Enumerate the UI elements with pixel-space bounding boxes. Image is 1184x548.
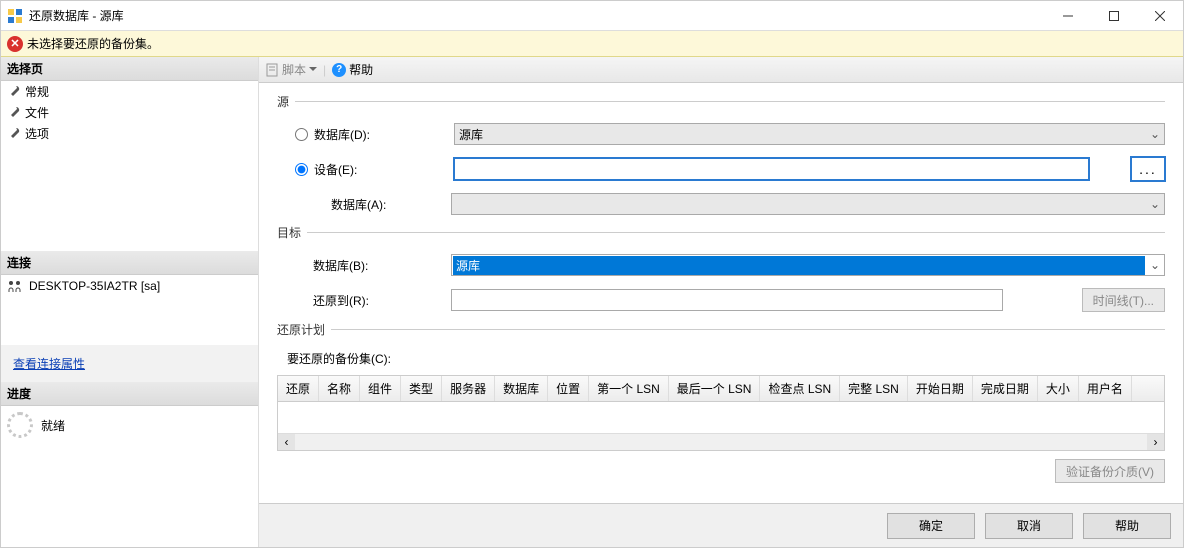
wrench-icon — [7, 106, 21, 120]
page-general[interactable]: 常规 — [1, 81, 258, 102]
app-icon — [7, 8, 23, 24]
chevron-down-icon — [309, 67, 317, 75]
wrench-icon — [7, 85, 21, 99]
grid-column-header[interactable]: 类型 — [401, 376, 442, 401]
plan-group: 还原计划 — [277, 321, 1165, 338]
horizontal-scrollbar[interactable]: ‹ › — [278, 433, 1164, 450]
grid-column-header[interactable]: 位置 — [548, 376, 589, 401]
grid-column-header[interactable]: 完整 LSN — [840, 376, 908, 401]
window-title: 还原数据库 - 源库 — [29, 7, 1045, 24]
grid-column-header[interactable]: 完成日期 — [973, 376, 1038, 401]
chevron-down-icon: ⌄ — [1146, 127, 1164, 141]
page-files[interactable]: 文件 — [1, 102, 258, 123]
target-db-label: 数据库(B): — [295, 257, 445, 274]
grid-column-header[interactable]: 第一个 LSN — [589, 376, 669, 401]
progress-row: 就绪 — [1, 406, 258, 444]
source-device-radio[interactable] — [295, 163, 308, 176]
content: 源 数据库(D): 源库 ⌄ 设备(E): ... 数据库(A): — [259, 83, 1183, 503]
grid-column-header[interactable]: 名称 — [319, 376, 360, 401]
notice-text: 未选择要还原的备份集。 — [27, 35, 159, 52]
grid-column-header[interactable]: 最后一个 LSN — [669, 376, 761, 401]
connection-header: 连接 — [1, 251, 258, 275]
grid-column-header[interactable]: 开始日期 — [908, 376, 973, 401]
target-group: 目标 — [277, 224, 1165, 241]
connection-info: DESKTOP-35IA2TR [sa] — [1, 275, 258, 297]
target-db-combo[interactable]: 源库 ⌄ — [451, 254, 1165, 276]
ok-button[interactable]: 确定 — [887, 513, 975, 539]
window-controls — [1045, 1, 1183, 31]
source-db-radio[interactable] — [295, 128, 308, 141]
source-db-a-label: 数据库(A): — [295, 196, 445, 213]
grid-column-header[interactable]: 用户名 — [1079, 376, 1132, 401]
grid-column-header[interactable]: 还原 — [278, 376, 319, 401]
progress-text: 就绪 — [41, 417, 65, 434]
close-button[interactable] — [1137, 1, 1183, 31]
grid-column-header[interactable]: 检查点 LSN — [760, 376, 840, 401]
backup-sets-label: 要还原的备份集(C): — [287, 350, 1165, 367]
backup-sets-grid[interactable]: 还原名称组件类型服务器数据库位置第一个 LSN最后一个 LSN检查点 LSN完整… — [277, 375, 1165, 451]
chevron-down-icon: ⌄ — [1146, 197, 1164, 211]
restore-to-input — [451, 289, 1003, 311]
scroll-right-arrow[interactable]: › — [1147, 434, 1164, 451]
maximize-button[interactable] — [1091, 1, 1137, 31]
wrench-icon — [7, 127, 21, 141]
device-path-input[interactable] — [454, 158, 1089, 180]
minimize-button[interactable] — [1045, 1, 1091, 31]
error-icon: ✕ — [7, 36, 23, 52]
grid-column-header[interactable]: 服务器 — [442, 376, 495, 401]
spinner-icon — [7, 412, 33, 438]
grid-column-header[interactable]: 大小 — [1038, 376, 1079, 401]
scroll-left-arrow[interactable]: ‹ — [278, 434, 295, 451]
verify-media-button[interactable]: 验证备份介质(V) — [1055, 459, 1165, 483]
source-group: 源 — [277, 93, 1165, 110]
pages-list: 常规 文件 选项 — [1, 81, 258, 251]
title-bar: 还原数据库 - 源库 — [1, 1, 1183, 31]
source-db-label: 数据库(D): — [314, 126, 448, 143]
source-db-combo[interactable]: 源库 ⌄ — [454, 123, 1165, 145]
restore-to-label: 还原到(R): — [295, 292, 445, 309]
grid-column-header[interactable]: 数据库 — [495, 376, 548, 401]
chevron-down-icon: ⌄ — [1146, 258, 1164, 272]
sidebar: 选择页 常规 文件 选项 连接 DESKTOP-35IA2TR [sa] 查看连… — [1, 57, 259, 547]
cancel-button[interactable]: 取消 — [985, 513, 1073, 539]
script-icon — [265, 63, 279, 77]
source-db-a-combo[interactable]: ⌄ — [451, 193, 1165, 215]
browse-button[interactable]: ... — [1131, 157, 1165, 181]
pages-header: 选择页 — [1, 57, 258, 81]
dialog-buttons: 确定 取消 帮助 — [259, 503, 1183, 547]
help-icon: ? — [332, 63, 346, 77]
source-device-label: 设备(E): — [314, 161, 448, 178]
toolbar: 脚本 | ? 帮助 — [259, 57, 1183, 83]
page-options[interactable]: 选项 — [1, 123, 258, 144]
progress-header: 进度 — [1, 382, 258, 406]
grid-column-header[interactable]: 组件 — [360, 376, 401, 401]
timeline-button[interactable]: 时间线(T)... — [1082, 288, 1165, 312]
grid-header: 还原名称组件类型服务器数据库位置第一个 LSN最后一个 LSN检查点 LSN完整… — [278, 376, 1164, 402]
script-button[interactable]: 脚本 — [265, 61, 317, 78]
help-dialog-button[interactable]: 帮助 — [1083, 513, 1171, 539]
view-connection-props-link[interactable]: 查看连接属性 — [1, 345, 258, 382]
server-icon — [7, 279, 23, 293]
connection-server: DESKTOP-35IA2TR [sa] — [29, 279, 160, 293]
main-panel: 脚本 | ? 帮助 源 数据库(D): 源库 ⌄ 设备(E): — [259, 57, 1183, 547]
notice-bar: ✕ 未选择要还原的备份集。 — [1, 31, 1183, 57]
help-button[interactable]: ? 帮助 — [332, 61, 373, 78]
